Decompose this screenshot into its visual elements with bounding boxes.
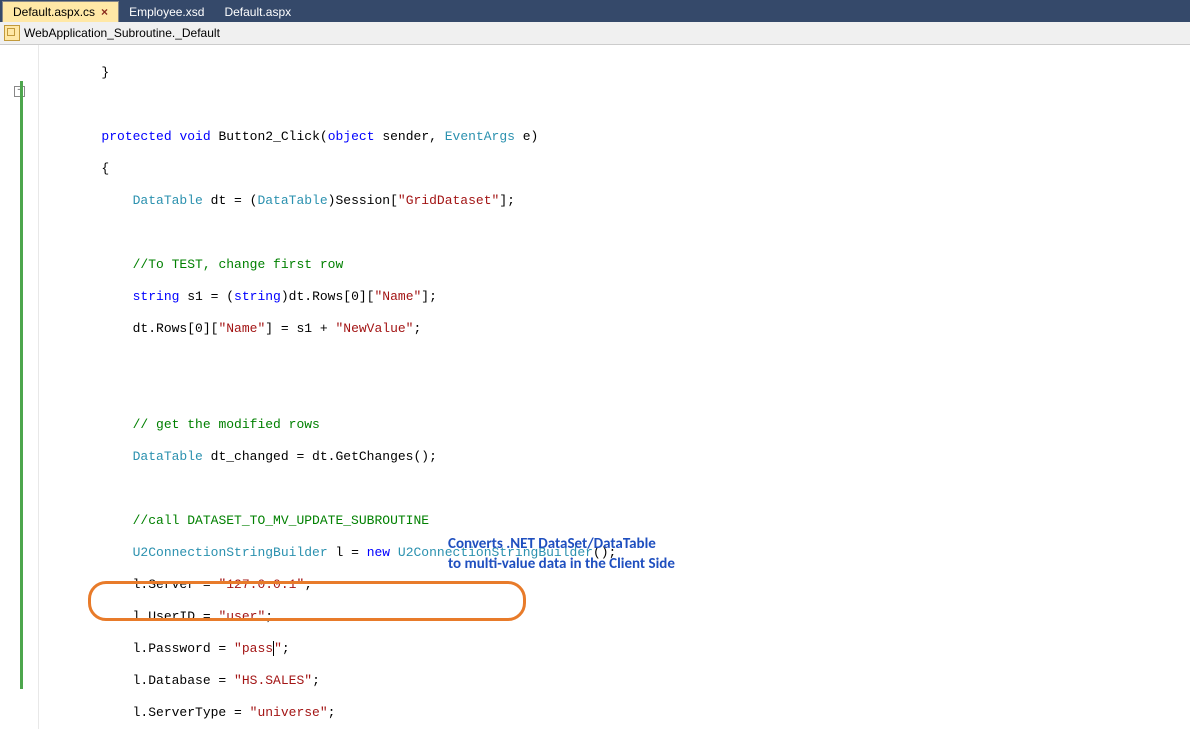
change-indicator xyxy=(20,81,23,689)
tab-default-cs[interactable]: Default.aspx.cs × xyxy=(2,1,119,22)
class-icon xyxy=(4,25,20,41)
close-icon[interactable]: × xyxy=(101,5,108,19)
file-tabs: Default.aspx.cs × Employee.xsd Default.a… xyxy=(0,0,1190,22)
tab-default-aspx[interactable]: Default.aspx xyxy=(214,2,301,22)
breadcrumb-text: WebApplication_Subroutine._Default xyxy=(24,26,220,40)
tab-label: Default.aspx xyxy=(224,5,291,19)
code-area[interactable]: } protected void Button2_Click(object se… xyxy=(39,45,632,729)
tab-label: Employee.xsd xyxy=(129,5,204,19)
annotation-text: Converts .NET DataSet/DataTable to multi… xyxy=(448,535,675,574)
tab-label: Default.aspx.cs xyxy=(13,5,95,19)
breadcrumb[interactable]: WebApplication_Subroutine._Default xyxy=(0,22,1190,45)
code-editor[interactable]: - } protected void Button2_Click(object … xyxy=(0,45,1190,729)
tab-employee-xsd[interactable]: Employee.xsd xyxy=(119,2,214,22)
